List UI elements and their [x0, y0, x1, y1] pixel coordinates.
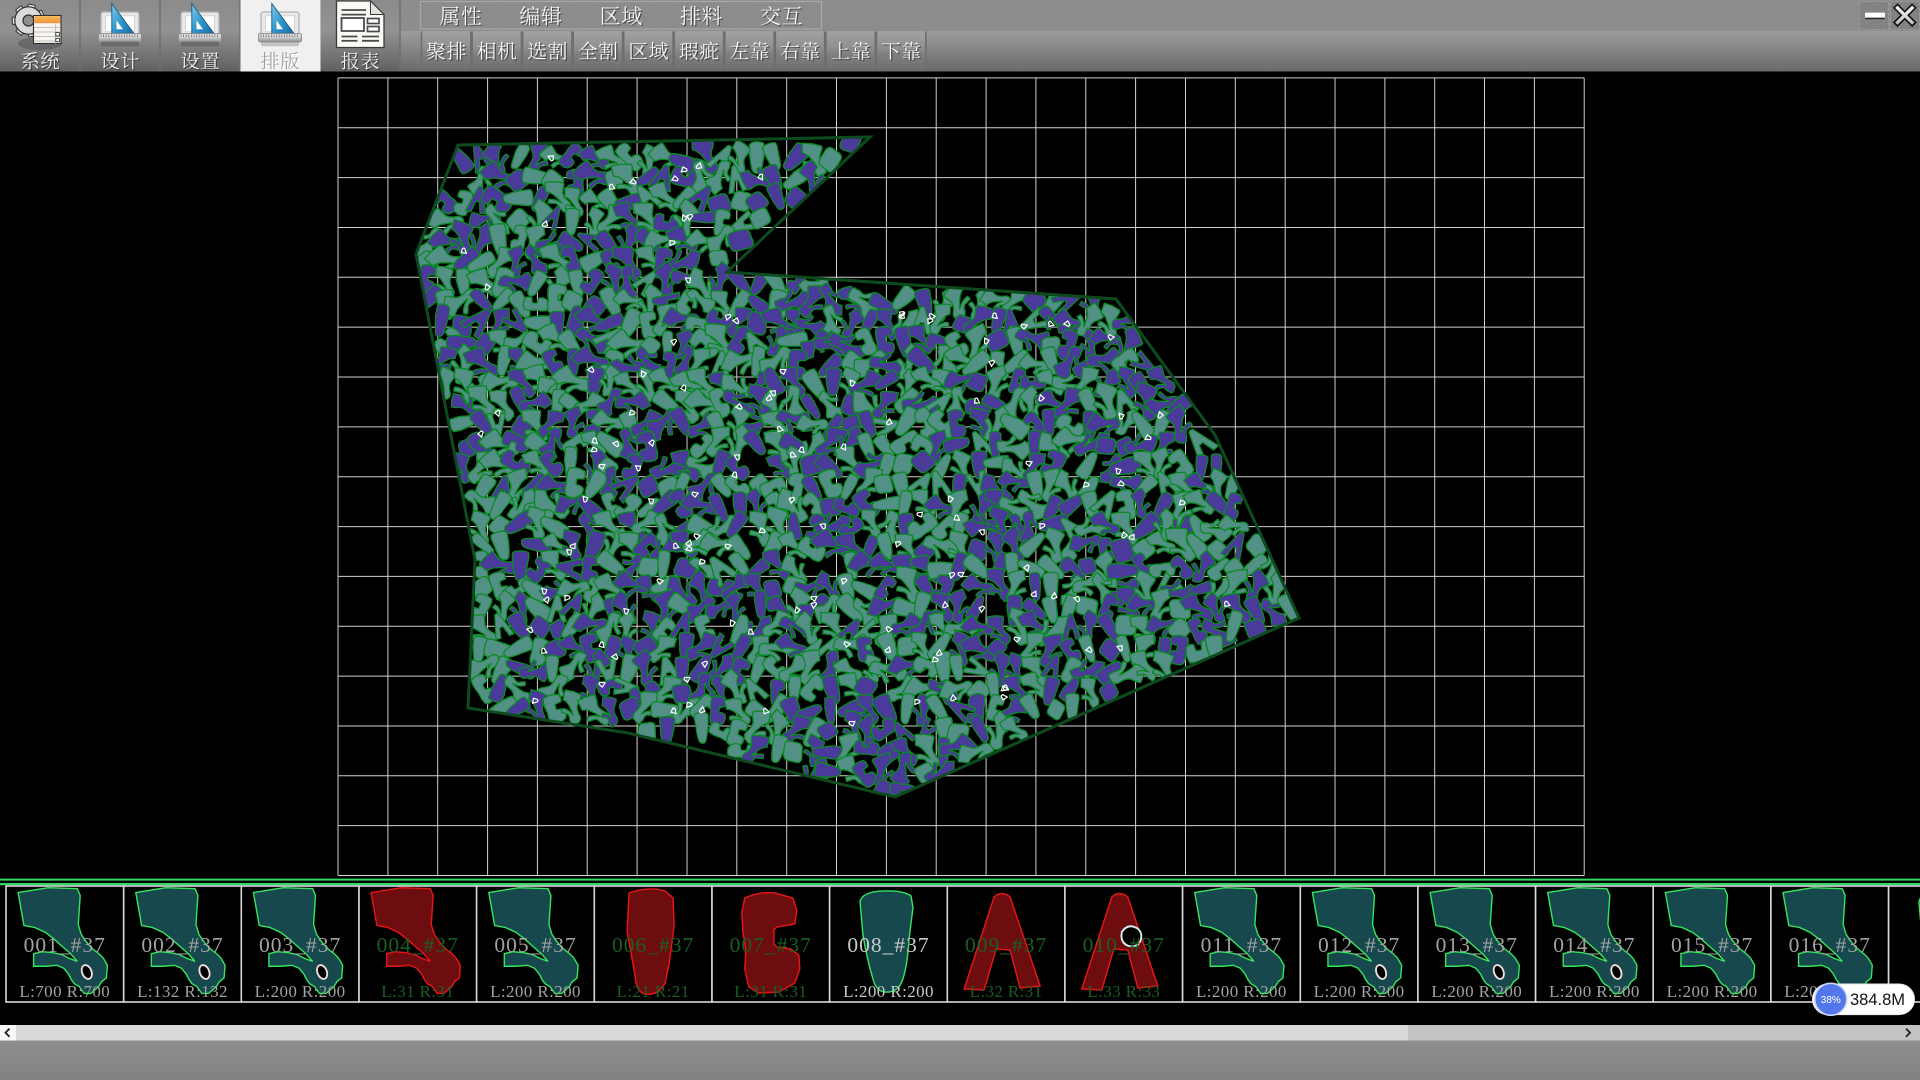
svg-text:L:200 R:200: L:200 R:200	[843, 982, 934, 1001]
svg-text:L:200 R:200: L:200 R:200	[490, 982, 581, 1001]
svg-text:L:200 R:200: L:200 R:200	[1549, 982, 1640, 1001]
svg-text:015_#37: 015_#37	[1671, 933, 1753, 957]
svg-text:L:32 R:31: L:32 R:31	[970, 982, 1043, 1001]
svg-text:001_#37: 001_#37	[24, 933, 106, 957]
svg-text:012_#37: 012_#37	[1318, 933, 1400, 957]
svg-text:L:200 R:200: L:200 R:200	[1196, 982, 1287, 1001]
svg-text:004_#37: 004_#37	[377, 933, 459, 957]
svg-text:L:132 R:132: L:132 R:132	[137, 982, 228, 1001]
svg-text:007_#37: 007_#37	[730, 933, 812, 957]
svg-text:010_#37: 010_#37	[1083, 933, 1165, 957]
svg-text:384.8M: 384.8M	[1850, 991, 1905, 1009]
svg-text:L:200 R:200: L:200 R:200	[255, 982, 346, 1001]
svg-text:L:33 R:33: L:33 R:33	[1087, 982, 1160, 1001]
svg-text:L:21 R:21: L:21 R:21	[617, 982, 690, 1001]
svg-text:L:200 R:200: L:200 R:200	[1314, 982, 1405, 1001]
svg-text:006_#37: 006_#37	[612, 933, 694, 957]
svg-text:014_#37: 014_#37	[1553, 933, 1635, 957]
svg-text:L:200 R:200: L:200 R:200	[1667, 982, 1758, 1001]
svg-text:38%: 38%	[1821, 995, 1841, 1006]
svg-text:L:31 R:31: L:31 R:31	[381, 982, 454, 1001]
svg-text:005_#37: 005_#37	[494, 933, 576, 957]
svg-text:L:31 R:31: L:31 R:31	[734, 982, 807, 1001]
svg-text:011_#37: 011_#37	[1201, 933, 1282, 957]
svg-text:013_#37: 013_#37	[1436, 933, 1518, 957]
svg-text:002_#37: 002_#37	[141, 933, 223, 957]
svg-text:003_#37: 003_#37	[259, 933, 341, 957]
svg-text:009_#37: 009_#37	[965, 933, 1047, 957]
svg-text:016_#37: 016_#37	[1789, 933, 1871, 957]
svg-text:L:200 R:200: L:200 R:200	[1431, 982, 1522, 1001]
svg-text:L:700 R:700: L:700 R:700	[19, 982, 110, 1001]
svg-text:008_#37: 008_#37	[847, 933, 929, 957]
